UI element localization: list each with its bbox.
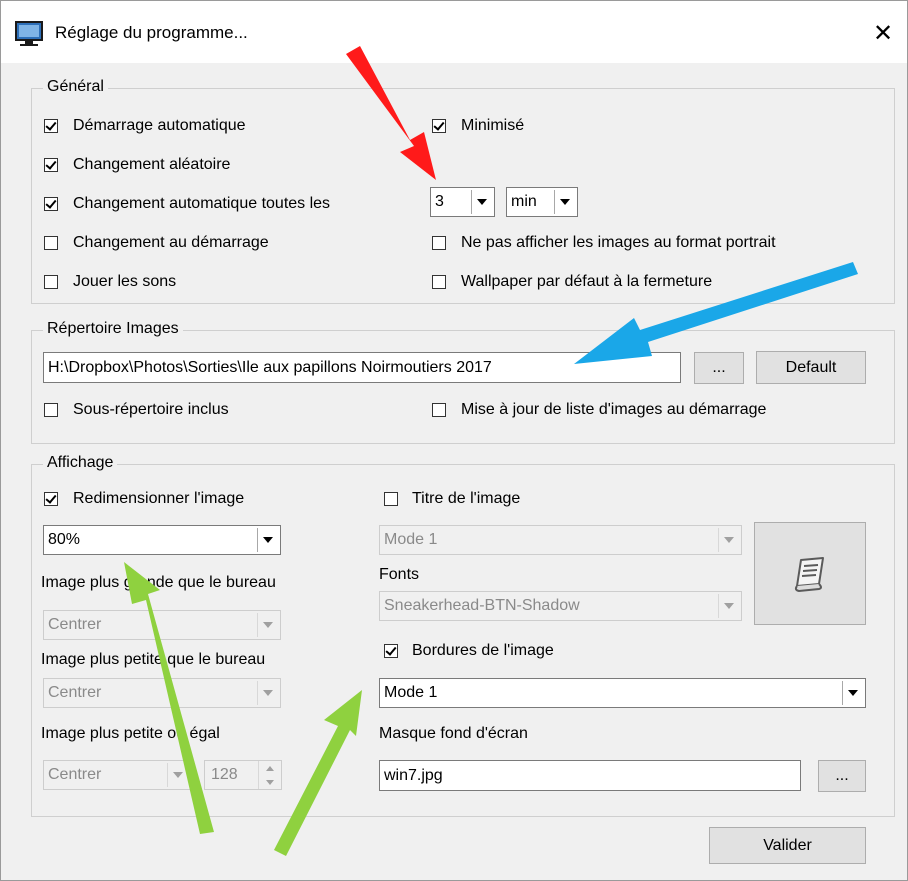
interval-value-select[interactable]: 3 <box>430 187 495 217</box>
borders-checkbox[interactable] <box>384 644 398 658</box>
play-sounds-checkbox[interactable] <box>44 275 58 289</box>
minimized-label: Minimisé <box>461 117 525 134</box>
title-bar: Réglage du programme... ✕ <box>1 1 907 63</box>
default-wallpaper-label: Wallpaper par défaut à la fermeture <box>461 273 713 290</box>
play-sounds-label: Jouer les sons <box>73 273 177 290</box>
mask-browse-button[interactable]: ... <box>818 760 866 792</box>
chevron-down-icon <box>718 594 739 618</box>
images-dir-group <box>31 330 895 444</box>
close-button[interactable]: ✕ <box>867 19 899 49</box>
random-change-checkbox[interactable] <box>44 158 58 172</box>
larger-label: Image plus grande que le bureau <box>41 574 276 591</box>
spin-down-icon[interactable] <box>258 775 281 789</box>
smaller-value: Centrer <box>48 684 102 701</box>
script-button[interactable] <box>754 522 866 625</box>
interval-value: 3 <box>435 193 444 210</box>
mask-input[interactable]: win7.jpg <box>379 760 801 791</box>
chevron-down-icon <box>257 681 278 705</box>
mask-label: Masque fond d'écran <box>379 725 528 742</box>
images-dir-legend: Répertoire Images <box>43 320 183 338</box>
border-mode-value: Mode 1 <box>384 684 438 701</box>
validate-button[interactable]: Valider <box>709 827 866 864</box>
include-subdirs-checkbox[interactable] <box>44 403 58 417</box>
default-folder-button[interactable]: Default <box>756 351 866 384</box>
monitor-icon <box>15 21 43 46</box>
larger-value: Centrer <box>48 616 102 633</box>
chevron-down-icon <box>718 528 739 552</box>
images-path-input[interactable]: H:\Dropbox\Photos\Sorties\Ile aux papill… <box>43 352 681 383</box>
image-title-checkbox[interactable] <box>384 492 398 506</box>
equal-select[interactable]: Centrer <box>43 760 191 790</box>
random-change-label: Changement aléatoire <box>73 156 231 173</box>
chevron-down-icon <box>257 613 278 637</box>
change-on-start-checkbox[interactable] <box>44 236 58 250</box>
fonts-label: Fonts <box>379 566 420 583</box>
include-subdirs-label: Sous-répertoire inclus <box>73 401 229 418</box>
smaller-select[interactable]: Centrer <box>43 678 281 708</box>
border-mode-select[interactable]: Mode 1 <box>379 678 866 708</box>
interval-unit: min <box>511 193 537 210</box>
chevron-down-icon <box>257 528 278 552</box>
scroll-icon <box>794 557 824 593</box>
default-wallpaper-checkbox[interactable] <box>432 275 446 289</box>
font-value: Sneakerhead-BTN-Shadow <box>384 597 580 614</box>
equal-size-value: 128 <box>211 766 238 783</box>
chevron-down-icon <box>842 681 863 705</box>
refresh-on-start-label: Mise à jour de liste d'images au démarra… <box>461 401 767 418</box>
mask-value: win7.jpg <box>384 766 443 784</box>
borders-label: Bordures de l'image <box>412 642 554 659</box>
equal-size-stepper[interactable]: 128 <box>204 760 282 790</box>
auto-start-label: Démarrage automatique <box>73 117 246 134</box>
browse-folder-button[interactable]: ... <box>694 352 744 384</box>
window-title: Réglage du programme... <box>55 23 248 42</box>
settings-dialog: Réglage du programme... ✕ Général Démarr… <box>0 0 908 881</box>
title-mode-select[interactable]: Mode 1 <box>379 525 742 555</box>
resize-checkbox[interactable] <box>44 492 58 506</box>
font-select[interactable]: Sneakerhead-BTN-Shadow <box>379 591 742 621</box>
chevron-down-icon <box>471 190 492 214</box>
no-portrait-label: Ne pas afficher les images au format por… <box>461 234 776 251</box>
chevron-down-icon <box>554 190 575 214</box>
auto-change-label: Changement automatique toutes les <box>73 195 331 212</box>
refresh-on-start-checkbox[interactable] <box>432 403 446 417</box>
display-legend: Affichage <box>43 454 118 472</box>
interval-unit-select[interactable]: min <box>506 187 578 217</box>
title-mode-value: Mode 1 <box>384 531 438 548</box>
resize-label: Redimensionner l'image <box>73 490 245 507</box>
equal-value: Centrer <box>48 766 102 783</box>
larger-select[interactable]: Centrer <box>43 610 281 640</box>
image-title-label: Titre de l'image <box>412 490 521 507</box>
chevron-down-icon <box>167 763 188 787</box>
resize-value: 80% <box>48 531 81 548</box>
spin-up-icon[interactable] <box>258 761 281 775</box>
resize-select[interactable]: 80% <box>43 525 281 555</box>
general-legend: Général <box>43 78 108 96</box>
change-on-start-label: Changement au démarrage <box>73 234 269 251</box>
images-path-value: H:\Dropbox\Photos\Sorties\Ile aux papill… <box>48 358 492 376</box>
auto-change-checkbox[interactable] <box>44 197 58 211</box>
equal-label: Image plus petite ou égal <box>41 725 220 742</box>
smaller-label: Image plus petite que le bureau <box>41 651 266 668</box>
no-portrait-checkbox[interactable] <box>432 236 446 250</box>
minimized-checkbox[interactable] <box>432 119 446 133</box>
auto-start-checkbox[interactable] <box>44 119 58 133</box>
